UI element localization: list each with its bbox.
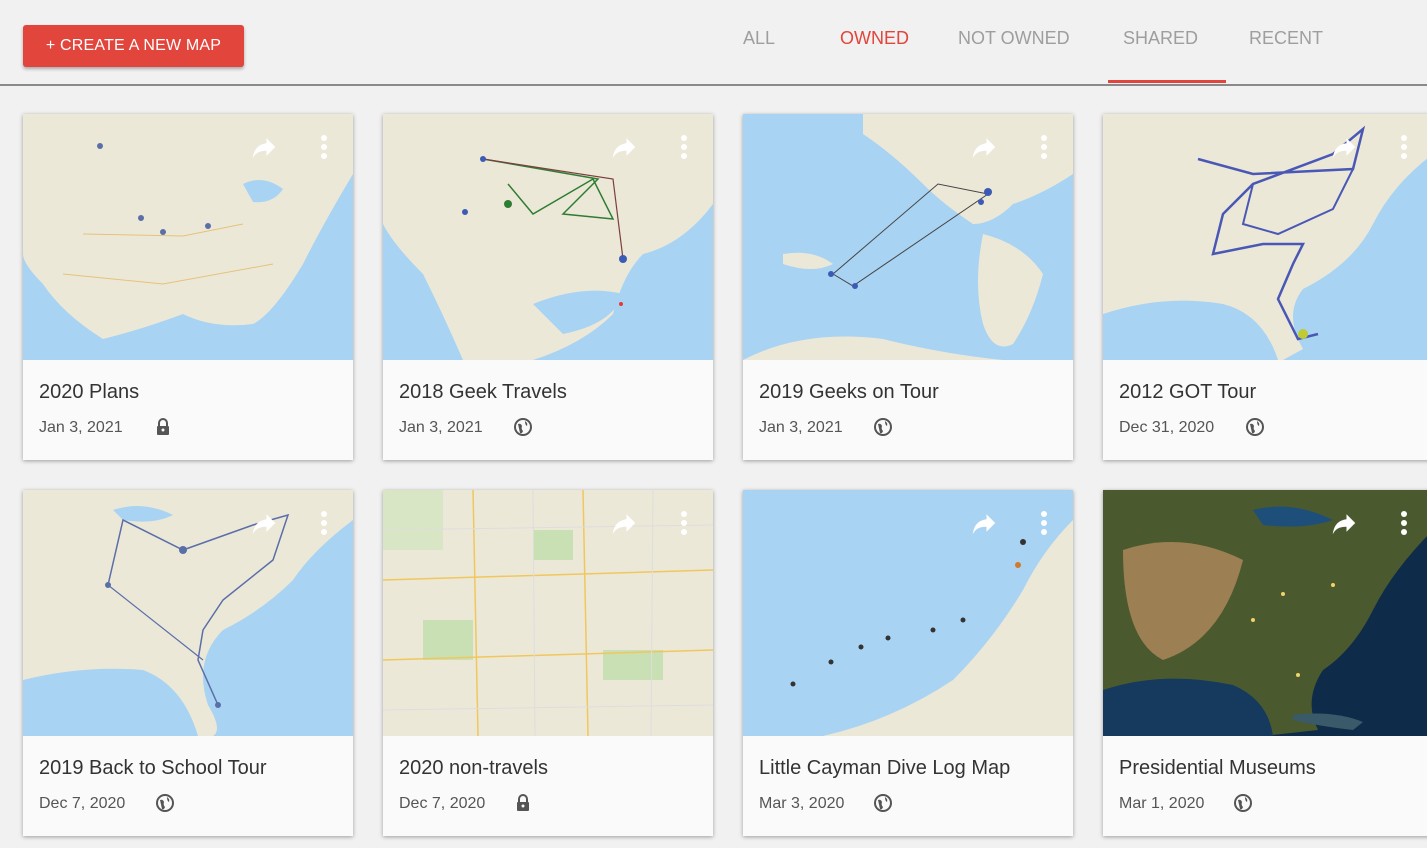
more-options-icon[interactable] (309, 132, 339, 162)
more-options-icon[interactable] (669, 132, 699, 162)
more-options-icon[interactable] (669, 508, 699, 538)
more-options-icon[interactable] (1029, 132, 1059, 162)
map-card[interactable]: 2019 Geeks on Tour Jan 3, 2021 (743, 114, 1073, 460)
share-icon[interactable] (249, 132, 279, 162)
map-thumbnail (383, 114, 713, 360)
share-icon[interactable] (609, 508, 639, 538)
map-thumbnail (1103, 114, 1427, 360)
lock-icon (513, 793, 533, 813)
globe-icon (873, 417, 893, 437)
map-card[interactable]: Presidential Museums Mar 1, 2020 (1103, 490, 1427, 836)
tab-not-owned[interactable]: NOT OWNED (958, 28, 1070, 49)
more-options-icon[interactable] (1389, 132, 1419, 162)
share-icon[interactable] (969, 508, 999, 538)
map-thumbnail (1103, 490, 1427, 736)
tab-all[interactable]: ALL (743, 28, 775, 49)
globe-icon (155, 793, 175, 813)
map-date: Jan 3, 2021 (39, 419, 123, 436)
map-date: Mar 1, 2020 (1119, 795, 1205, 812)
map-date: Dec 31, 2020 (1119, 419, 1215, 436)
globe-icon (1245, 417, 1265, 437)
map-date: Jan 3, 2021 (759, 419, 843, 436)
tab-shared[interactable]: SHARED (1123, 28, 1198, 49)
share-icon[interactable] (249, 508, 279, 538)
tab-underline-indicator (1108, 80, 1226, 83)
map-thumbnail (743, 114, 1073, 360)
map-thumbnail (23, 114, 353, 360)
more-options-icon[interactable] (309, 508, 339, 538)
globe-icon (873, 793, 893, 813)
map-title: 2019 Geeks on Tour (759, 381, 939, 403)
globe-icon (513, 417, 533, 437)
map-card[interactable]: 2020 non-travels Dec 7, 2020 (383, 490, 713, 836)
lock-icon (153, 417, 173, 437)
map-card[interactable]: Little Cayman Dive Log Map Mar 3, 2020 (743, 490, 1073, 836)
map-title: 2020 Plans (39, 381, 140, 403)
map-card[interactable]: 2018 Geek Travels Jan 3, 2021 (383, 114, 713, 460)
map-card[interactable]: 2012 GOT Tour Dec 31, 2020 (1103, 114, 1427, 460)
map-card[interactable]: 2019 Back to School Tour Dec 7, 2020 (23, 490, 353, 836)
tab-owned[interactable]: OWNED (840, 28, 909, 49)
share-icon[interactable] (1329, 508, 1359, 538)
map-thumbnail (23, 490, 353, 736)
tab-recent[interactable]: RECENT (1249, 28, 1323, 49)
map-title: 2019 Back to School Tour (39, 757, 267, 779)
map-title: 2020 non-travels (399, 757, 548, 779)
share-icon[interactable] (969, 132, 999, 162)
share-icon[interactable] (609, 132, 639, 162)
map-date: Jan 3, 2021 (399, 419, 483, 436)
map-title: Little Cayman Dive Log Map (759, 757, 1011, 779)
map-date: Dec 7, 2020 (39, 795, 126, 812)
map-title: 2018 Geek Travels (399, 381, 567, 403)
more-options-icon[interactable] (1389, 508, 1419, 538)
more-options-icon[interactable] (1029, 508, 1059, 538)
map-date: Mar 3, 2020 (759, 795, 845, 812)
map-thumbnail (743, 490, 1073, 736)
toolbar: + CREATE A NEW MAP ALL OWNED NOT OWNED S… (0, 0, 1427, 86)
map-date: Dec 7, 2020 (399, 795, 486, 812)
map-card[interactable]: 2020 Plans Jan 3, 2021 (23, 114, 353, 460)
create-new-map-button[interactable]: + CREATE A NEW MAP (23, 25, 244, 67)
globe-icon (1233, 793, 1253, 813)
map-title: 2012 GOT Tour (1119, 381, 1257, 403)
map-title: Presidential Museums (1119, 757, 1316, 779)
share-icon[interactable] (1329, 132, 1359, 162)
map-thumbnail (383, 490, 713, 736)
